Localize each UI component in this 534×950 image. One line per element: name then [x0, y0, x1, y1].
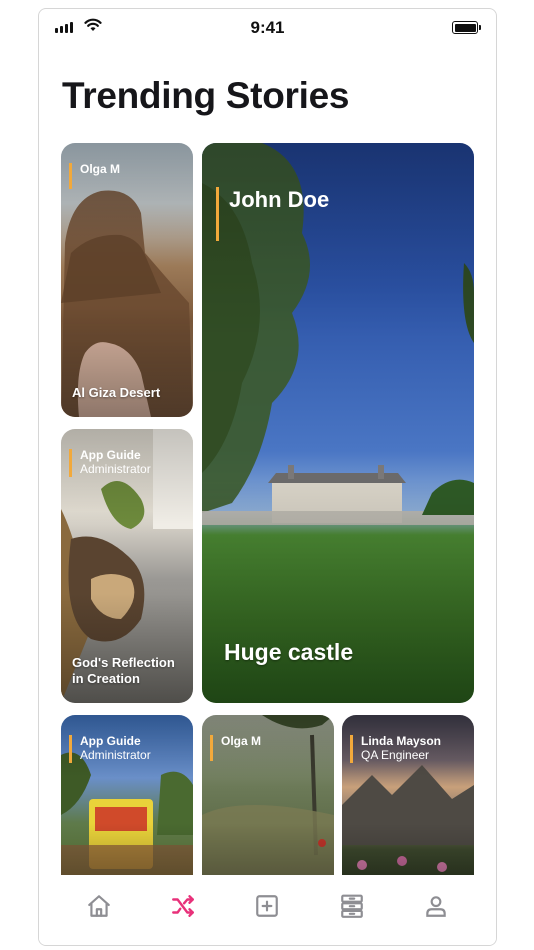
story-author: App Guide Administrator	[69, 448, 151, 477]
shuffle-icon	[172, 895, 195, 917]
plus-square-icon	[256, 895, 279, 917]
battery-icon	[452, 21, 481, 34]
story-card[interactable]: App Guide Administrator God's Reflection…	[61, 429, 193, 703]
home-icon	[88, 895, 110, 917]
author-role: QA Engineer	[361, 747, 430, 762]
tab-add[interactable]	[245, 884, 289, 928]
tab-bar	[39, 875, 496, 945]
author-name: Olga M	[80, 162, 121, 176]
status-bar: 9:41	[39, 9, 496, 49]
story-author: John Doe	[216, 187, 329, 241]
story-card[interactable]: App Guide Administrator	[61, 715, 193, 895]
author-role: Administrator	[80, 747, 151, 762]
status-time: 9:41	[250, 18, 285, 37]
story-caption: Al Giza Desert	[72, 384, 161, 400]
story-card[interactable]: Olga M	[202, 715, 334, 895]
story-caption: God's Reflection in Creation	[72, 654, 175, 686]
author-name: Linda Mayson	[361, 734, 442, 748]
story-author: Olga M	[210, 734, 262, 761]
tab-home[interactable]	[77, 884, 121, 928]
tab-trending[interactable]	[161, 884, 205, 928]
tab-library[interactable]	[330, 884, 374, 928]
list-icon	[340, 894, 363, 918]
story-card[interactable]: Linda Mayson QA Engineer	[342, 715, 474, 895]
author-name: John Doe	[229, 187, 330, 212]
story-author: App Guide Administrator	[69, 734, 151, 763]
story-caption: Huge castle	[224, 639, 354, 666]
page-title: Trending Stories	[62, 75, 350, 116]
user-icon	[426, 896, 446, 917]
author-name: Olga M	[221, 734, 262, 748]
story-author: Olga M	[69, 162, 121, 189]
phone-screen: 9:41 Trending Stories Olga M Al Giza Des…	[38, 8, 497, 946]
author-name: App Guide	[80, 448, 141, 462]
tab-profile[interactable]	[414, 884, 458, 928]
story-card[interactable]: Olga M Al Giza Desert	[61, 143, 193, 417]
story-card-featured[interactable]: John Doe Huge castle	[202, 143, 474, 703]
story-author: Linda Mayson QA Engineer	[350, 734, 442, 763]
author-role: Administrator	[80, 461, 151, 476]
author-name: App Guide	[80, 734, 141, 748]
